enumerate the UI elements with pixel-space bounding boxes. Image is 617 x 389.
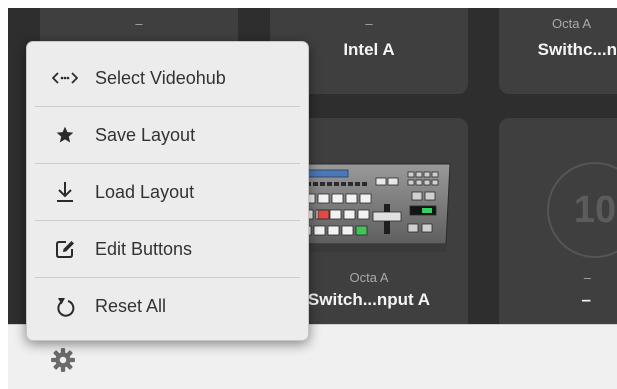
download-icon bbox=[35, 181, 95, 203]
settings-popover-menu: Select Videohub Save Layout Load Layout bbox=[26, 41, 309, 341]
star-icon bbox=[35, 125, 95, 145]
menu-item-label: Load Layout bbox=[95, 181, 195, 202]
menu-item-load-layout[interactable]: Load Layout bbox=[35, 164, 300, 221]
button-source-label: – bbox=[135, 16, 143, 31]
router-button-octa-a-top[interactable]: Octa A Swithc...n bbox=[499, 8, 617, 94]
menu-item-reset-all[interactable]: Reset All bbox=[35, 278, 300, 335]
menu-item-label: Save Layout bbox=[95, 124, 196, 145]
button-source-label: – bbox=[583, 270, 591, 285]
button-destination-label: Swithc...n bbox=[537, 40, 617, 59]
gear-icon[interactable] bbox=[50, 347, 76, 373]
code-arrows-icon bbox=[35, 71, 95, 85]
menu-item-select-videohub[interactable]: Select Videohub bbox=[35, 50, 300, 107]
reset-icon bbox=[35, 296, 95, 318]
menu-item-label: Edit Buttons bbox=[95, 238, 193, 259]
menu-item-label: Select Videohub bbox=[95, 67, 226, 88]
button-source-label: Octa A bbox=[551, 16, 591, 31]
button-destination-label: – bbox=[581, 290, 591, 309]
router-button-5[interactable]: 10 – – bbox=[499, 118, 617, 333]
edit-icon bbox=[35, 239, 95, 259]
router-number-badge: 10 bbox=[547, 162, 617, 258]
menu-item-save-layout[interactable]: Save Layout bbox=[35, 107, 300, 164]
button-source-label: – bbox=[365, 16, 373, 31]
menu-item-label: Reset All bbox=[95, 296, 167, 316]
videohub-panel: – – Intel A Octa A Swithc...n Octa A Swi… bbox=[8, 8, 617, 389]
menu-item-edit-buttons[interactable]: Edit Buttons bbox=[35, 221, 300, 278]
